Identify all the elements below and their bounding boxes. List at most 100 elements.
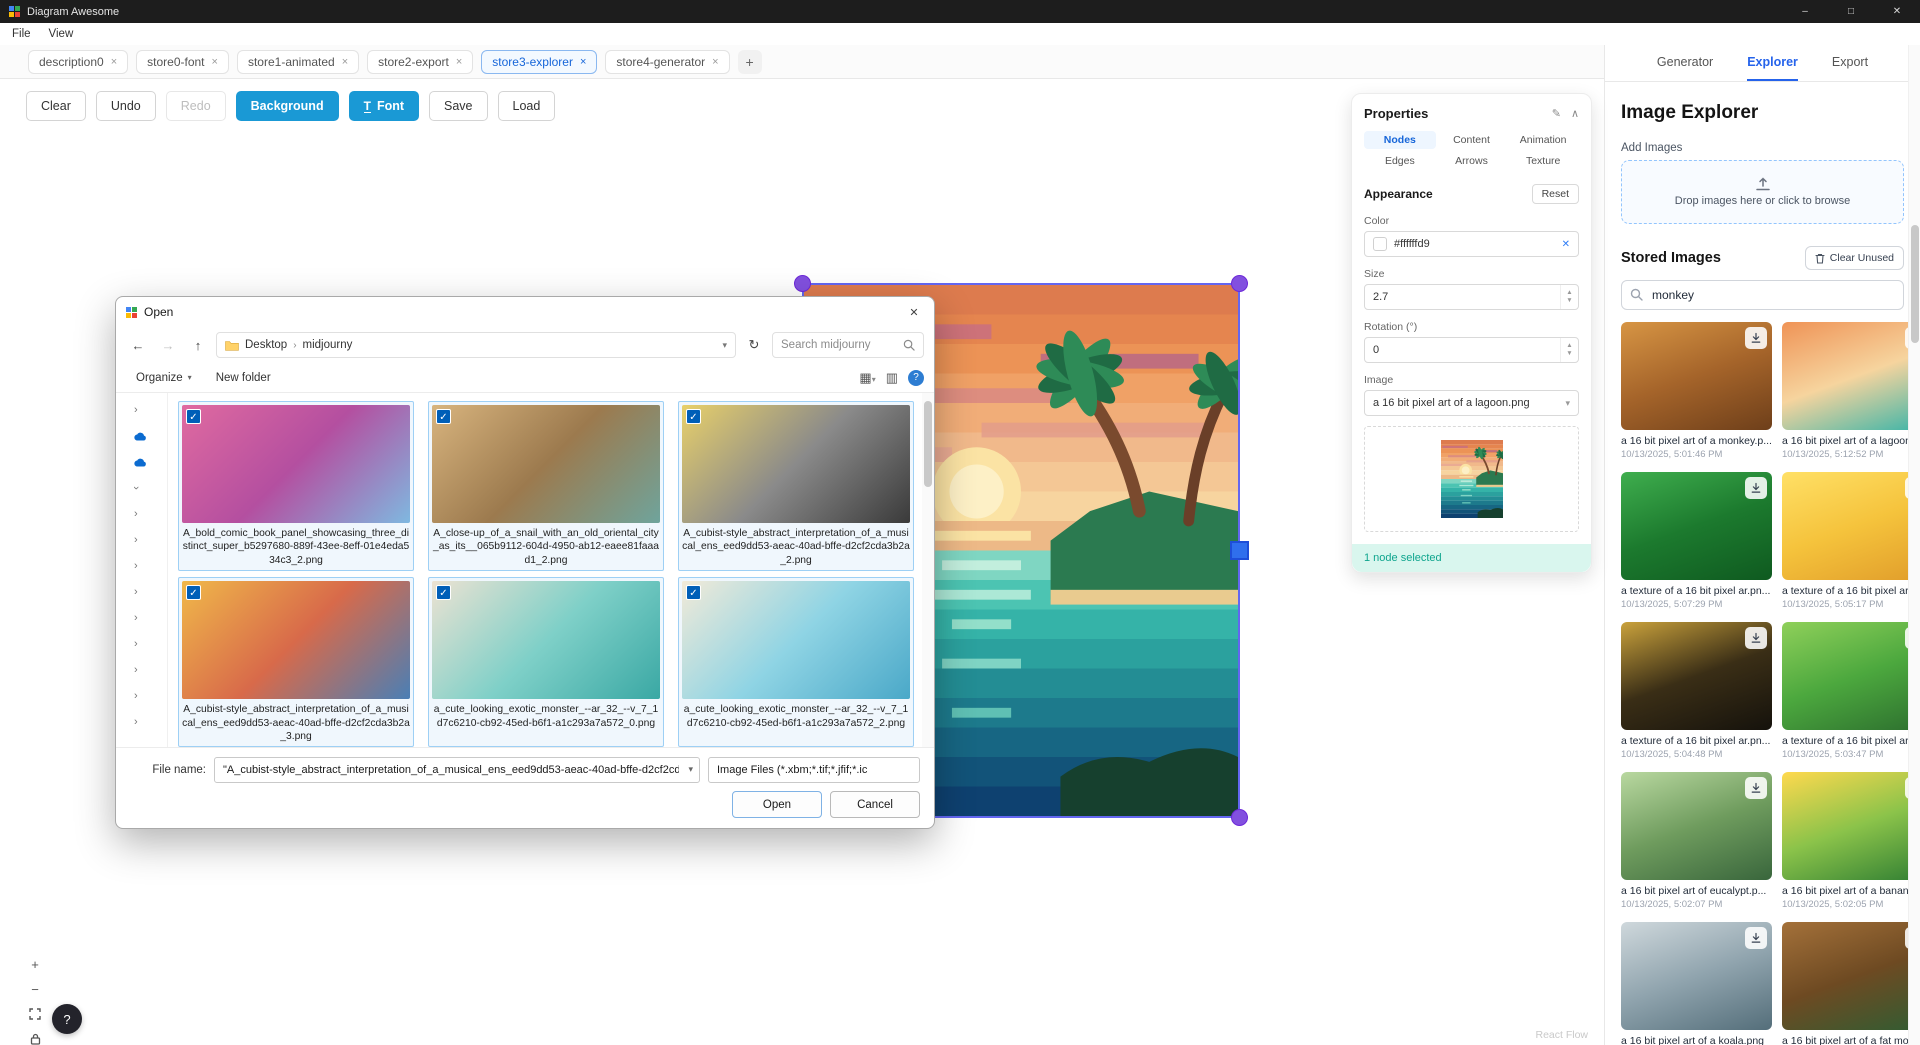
stored-image-card[interactable]: a 16 bit pixel art of eucalypt.p...10/13… bbox=[1621, 772, 1772, 910]
size-stepper[interactable]: ▲▼ bbox=[1560, 285, 1578, 309]
font-button[interactable]: TFont bbox=[349, 91, 419, 121]
tree-item-cloud[interactable] bbox=[116, 449, 167, 475]
file-item[interactable]: ✓A_close-up_of_a_snail_with_an_old_orien… bbox=[428, 401, 664, 571]
load-button[interactable]: Load bbox=[498, 91, 556, 121]
chevron-right-icon[interactable]: › bbox=[134, 508, 138, 520]
breadcrumb-folder[interactable]: midjourny bbox=[303, 339, 353, 351]
color-input[interactable]: #ffffffd9 ✕ bbox=[1364, 231, 1579, 257]
sidebar-tab-generator[interactable]: Generator bbox=[1657, 45, 1713, 81]
stored-image-card[interactable]: a 16 bit pixel art of a lagoon.p...10/13… bbox=[1782, 322, 1920, 460]
tree-item[interactable]: › bbox=[116, 631, 167, 657]
checkbox-checked-icon[interactable]: ✓ bbox=[686, 409, 701, 424]
tree-item[interactable]: › bbox=[116, 709, 167, 735]
file-name-input[interactable] bbox=[214, 757, 700, 783]
fit-view-icon[interactable] bbox=[24, 1003, 46, 1025]
save-button[interactable]: Save bbox=[429, 91, 488, 121]
dialog-close-icon[interactable]: ✕ bbox=[894, 297, 934, 327]
properties-tab-arrows[interactable]: Arrows bbox=[1436, 152, 1508, 170]
tab-close-icon[interactable]: × bbox=[712, 56, 718, 68]
sidebar-tab-export[interactable]: Export bbox=[1832, 45, 1868, 81]
dialog-scrollbar[interactable] bbox=[922, 393, 934, 747]
background-button[interactable]: Background bbox=[236, 91, 339, 121]
address-dropdown-icon[interactable]: ▾ bbox=[722, 340, 727, 351]
menu-file[interactable]: File bbox=[4, 26, 39, 42]
file-item[interactable]: ✓A_bold_comic_book_panel_showcasing_thre… bbox=[178, 401, 414, 571]
breadcrumb[interactable]: Desktop › midjourny ▾ bbox=[216, 332, 736, 358]
tree-item-cloud[interactable] bbox=[116, 423, 167, 449]
checkbox-checked-icon[interactable]: ✓ bbox=[436, 409, 451, 424]
menu-view[interactable]: View bbox=[41, 26, 82, 42]
add-tab-button[interactable]: + bbox=[738, 50, 762, 74]
chevron-right-icon[interactable]: › bbox=[134, 612, 138, 624]
collapse-icon[interactable]: ∧ bbox=[1571, 107, 1579, 120]
tab-close-icon[interactable]: × bbox=[456, 56, 462, 68]
file-item[interactable]: ✓a_cute_looking_exotic_monster_--ar_32_-… bbox=[428, 577, 664, 747]
file-item[interactable]: ✓A_cubist-style_abstract_interpretation_… bbox=[178, 577, 414, 747]
breadcrumb-root[interactable]: Desktop bbox=[245, 339, 287, 351]
preview-pane-icon[interactable]: ▥ bbox=[886, 370, 898, 386]
stored-image-card[interactable]: a texture of a 16 bit pixel ar.pn...10/1… bbox=[1782, 472, 1920, 610]
chevron-right-icon[interactable]: › bbox=[134, 404, 138, 416]
chevron-right-icon[interactable]: › bbox=[134, 586, 138, 598]
undo-button[interactable]: Undo bbox=[96, 91, 156, 121]
refresh-icon[interactable]: ↻ bbox=[742, 333, 766, 357]
download-icon[interactable] bbox=[1745, 777, 1767, 799]
connection-handle-right[interactable] bbox=[1230, 541, 1249, 560]
color-swatch[interactable] bbox=[1373, 237, 1387, 251]
download-icon[interactable] bbox=[1745, 477, 1767, 499]
stored-image-card[interactable]: a texture of a 16 bit pixel ar.pn...10/1… bbox=[1782, 622, 1920, 760]
organize-button[interactable]: Organize ▾ bbox=[126, 366, 202, 390]
stored-image-card[interactable]: a 16 bit pixel art of a monkey.p...10/13… bbox=[1621, 322, 1772, 460]
chevron-right-icon[interactable]: › bbox=[134, 690, 138, 702]
chevron-down-icon[interactable]: ▾ bbox=[688, 764, 693, 775]
stored-image-card[interactable]: a 16 bit pixel art of a banana.p...10/13… bbox=[1782, 772, 1920, 910]
checkbox-checked-icon[interactable]: ✓ bbox=[686, 585, 701, 600]
back-icon[interactable]: ← bbox=[126, 333, 150, 357]
help-button[interactable]: ? bbox=[52, 1004, 82, 1034]
tab-store2-export[interactable]: store2-export× bbox=[367, 50, 473, 74]
close-icon[interactable]: ✕ bbox=[1874, 0, 1920, 23]
tab-store3-explorer[interactable]: store3-explorer× bbox=[481, 50, 597, 74]
stored-image-card[interactable]: a texture of a 16 bit pixel ar.pn...10/1… bbox=[1621, 622, 1772, 760]
resize-handle-top-right[interactable] bbox=[1231, 275, 1248, 292]
lock-icon[interactable] bbox=[24, 1028, 46, 1045]
tab-store1-animated[interactable]: store1-animated× bbox=[237, 50, 359, 74]
clear-unused-button[interactable]: Clear Unused bbox=[1805, 246, 1904, 270]
properties-tab-animation[interactable]: Animation bbox=[1507, 131, 1579, 149]
size-input[interactable]: 2.7 ▲▼ bbox=[1364, 284, 1579, 310]
tree-item[interactable]: › bbox=[116, 579, 167, 605]
clear-color-icon[interactable]: ✕ bbox=[1562, 239, 1570, 250]
chevron-right-icon[interactable]: › bbox=[130, 486, 142, 490]
checkbox-checked-icon[interactable]: ✓ bbox=[436, 585, 451, 600]
tab-close-icon[interactable]: × bbox=[111, 56, 117, 68]
tree-item[interactable]: › bbox=[116, 657, 167, 683]
open-button[interactable]: Open bbox=[732, 791, 822, 818]
change-view-icon[interactable]: ▦▾ bbox=[859, 370, 875, 386]
dialog-search-box[interactable]: Search midjourny bbox=[772, 332, 924, 358]
tab-close-icon[interactable]: × bbox=[342, 56, 348, 68]
chevron-right-icon[interactable]: › bbox=[134, 638, 138, 650]
tab-close-icon[interactable]: × bbox=[580, 56, 586, 68]
dialog-help-icon[interactable]: ? bbox=[908, 370, 924, 386]
properties-tab-nodes[interactable]: Nodes bbox=[1364, 131, 1436, 149]
tree-item[interactable]: › bbox=[116, 553, 167, 579]
reset-button[interactable]: Reset bbox=[1532, 184, 1579, 204]
checkbox-checked-icon[interactable]: ✓ bbox=[186, 409, 201, 424]
tree-item[interactable]: › bbox=[116, 605, 167, 631]
file-item[interactable]: ✓a_cute_looking_exotic_monster_--ar_32_-… bbox=[678, 577, 914, 747]
checkbox-checked-icon[interactable]: ✓ bbox=[186, 585, 201, 600]
chevron-right-icon[interactable]: › bbox=[134, 664, 138, 676]
clear-button[interactable]: Clear bbox=[26, 91, 86, 121]
properties-tab-edges[interactable]: Edges bbox=[1364, 152, 1436, 170]
chevron-right-icon[interactable]: › bbox=[134, 716, 138, 728]
tab-store4-generator[interactable]: store4-generator× bbox=[605, 50, 729, 74]
minimize-icon[interactable]: – bbox=[1782, 0, 1828, 23]
new-folder-button[interactable]: New folder bbox=[206, 366, 281, 390]
chevron-right-icon[interactable]: › bbox=[134, 534, 138, 546]
cancel-button[interactable]: Cancel bbox=[830, 791, 920, 818]
download-icon[interactable] bbox=[1745, 927, 1767, 949]
sidebar-scrollbar[interactable] bbox=[1908, 45, 1920, 1045]
up-icon[interactable]: ↑ bbox=[186, 333, 210, 357]
tree-item[interactable]: › bbox=[116, 683, 167, 709]
file-type-select[interactable]: Image Files (*.xbm;*.tif;*.jfif;*.ic bbox=[708, 757, 920, 783]
